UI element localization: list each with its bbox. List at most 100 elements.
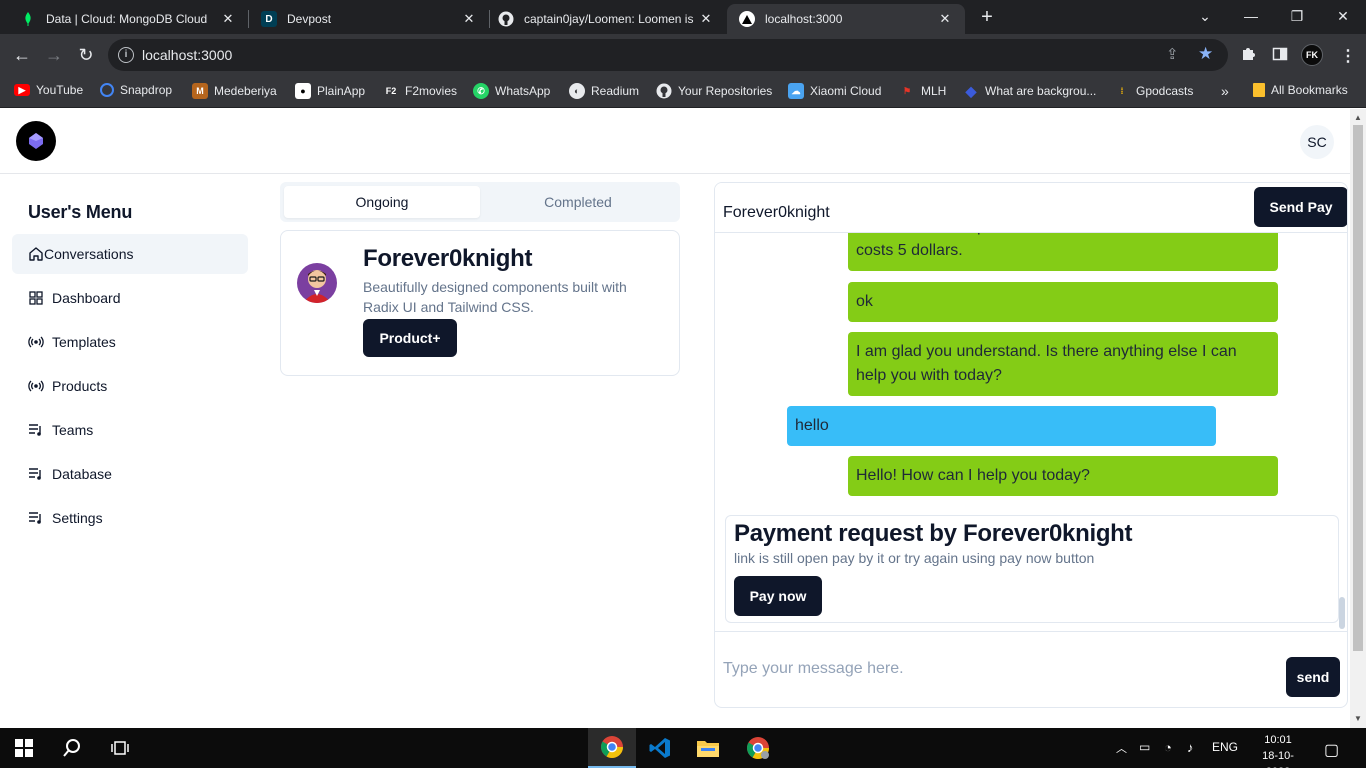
conversation-name: Forever0knight — [363, 245, 533, 272]
extensions-puzzle-icon[interactable] — [1240, 46, 1256, 67]
bookmark-readium[interactable]: ◐ Readium — [569, 83, 639, 99]
github-icon — [656, 83, 672, 99]
page-scroll-thumb[interactable] — [1353, 125, 1363, 651]
tab-ongoing[interactable]: Ongoing — [284, 186, 480, 218]
sidebar-item-templates[interactable]: Templates — [12, 322, 248, 362]
bookmark-what-are-backgrounds[interactable]: ◆ What are backgrou... — [963, 83, 1097, 99]
page-viewport: SC User's Menu Conversations Dashboard T… — [0, 109, 1350, 728]
message-composer: send — [715, 631, 1347, 707]
tab-title: Devpost — [287, 12, 332, 26]
sidebar-item-settings[interactable]: Settings — [12, 498, 248, 538]
google-podcasts-icon: ⁞ — [1120, 86, 1124, 96]
message-bubble-user: hello — [787, 406, 1216, 446]
sidebar-item-label: Products — [52, 378, 108, 394]
task-view-icon[interactable] — [96, 728, 144, 768]
bookmark-label: Medeberiya — [214, 84, 277, 98]
sidebar-item-teams[interactable]: Teams — [12, 410, 248, 450]
taskbar-clock[interactable]: 10:01 18-10-2023 — [1250, 732, 1306, 768]
language-indicator[interactable]: ENG — [1212, 740, 1238, 754]
add-product-button[interactable]: Product+ — [363, 319, 457, 357]
chrome-profile-icon[interactable] — [734, 728, 782, 768]
browser-tab-strip: Data | Cloud: MongoDB Cloud ✕ D Devpost … — [0, 0, 1366, 34]
bookmark-star-icon[interactable]: ★ — [1198, 44, 1213, 64]
share-icon[interactable]: ⇪ — [1166, 45, 1179, 63]
sidebar-item-label: Teams — [52, 422, 94, 438]
restore-button[interactable]: ❐ — [1274, 0, 1320, 34]
tab-mongodb[interactable]: Data | Cloud: MongoDB Cloud ✕ — [8, 4, 248, 34]
tab-github[interactable]: captain0jay/Loomen: Loomen is ✕ — [486, 4, 726, 34]
bookmarks-overflow-chevron[interactable]: » — [1221, 83, 1229, 99]
close-icon[interactable]: ✕ — [461, 11, 477, 27]
close-icon[interactable]: ✕ — [698, 11, 714, 27]
tab-completed[interactable]: Completed — [480, 186, 676, 218]
close-icon[interactable]: ✕ — [220, 11, 236, 27]
bookmark-whatsapp[interactable]: ✆ WhatsApp — [473, 83, 550, 99]
bookmark-plainapp[interactable]: ● PlainApp — [295, 83, 365, 99]
bookmark-label: Xiaomi Cloud — [810, 84, 882, 98]
bookmark-label: PlainApp — [317, 84, 366, 98]
bookmark-your-repositories[interactable]: Your Repositories — [656, 83, 772, 99]
sidebar-item-conversations[interactable]: Conversations — [12, 234, 248, 274]
kebab-menu-icon[interactable]: ⋮ — [1340, 46, 1356, 66]
scroll-up-arrow-icon[interactable]: ▲ — [1354, 113, 1362, 122]
send-pay-button[interactable]: Send Pay — [1254, 187, 1347, 227]
bookmark-gpodcasts[interactable]: ⁞ Gpodcasts — [1114, 83, 1194, 99]
message-bubble-bot: The name of the product is Bottle. It is… — [848, 233, 1278, 271]
bookmark-label: What are backgrou... — [985, 84, 1097, 98]
all-bookmarks-folder[interactable]: All Bookmarks — [1253, 83, 1348, 97]
sidebar-item-label: Conversations — [44, 246, 134, 262]
back-button[interactable]: ← — [9, 42, 35, 68]
url-text[interactable]: localhost:3000 — [142, 47, 232, 63]
start-icon[interactable] — [0, 728, 48, 768]
tab-devpost[interactable]: D Devpost ✕ — [249, 4, 489, 34]
bookmark-f2movies[interactable]: F2 F2movies — [383, 83, 457, 99]
conversation-card[interactable]: Forever0knight Beautifully designed comp… — [280, 230, 680, 376]
profile-avatar[interactable]: FK — [1301, 44, 1323, 66]
volume-icon[interactable]: ♪ — [1187, 740, 1194, 755]
tray-overflow-chevron-icon[interactable]: ︿ — [1116, 740, 1127, 756]
reload-button[interactable]: ↻ — [73, 42, 99, 68]
bookmark-medeberiya[interactable]: M Medeberiya — [192, 83, 277, 99]
message-list-scrollbar[interactable] — [1339, 597, 1345, 629]
site-info-icon[interactable]: i — [118, 47, 134, 63]
close-icon[interactable]: ✕ — [937, 11, 953, 27]
f2movies-icon: F2 — [385, 86, 397, 96]
file-explorer-icon[interactable] — [684, 728, 732, 768]
notifications-icon[interactable]: ▢ — [1324, 740, 1339, 760]
message-input[interactable] — [723, 656, 1273, 682]
sidebar-item-label: Dashboard — [52, 290, 121, 306]
bookmark-mlh[interactable]: ⚑ MLH — [899, 83, 946, 99]
battery-icon[interactable]: ▭ — [1139, 740, 1150, 754]
pay-now-button[interactable]: Pay now — [734, 576, 822, 616]
bookmarks-bar: ▶ YouTube Snapdrop M Medeberiya ● PlainA… — [0, 76, 1366, 108]
bookmark-snapdrop[interactable]: Snapdrop — [100, 83, 172, 97]
sidebar-item-label: Templates — [52, 334, 116, 350]
browser-toolbar: ← → ↻ i localhost:3000 ⇪ ★ FK ⋮ — [0, 34, 1366, 76]
github-icon — [498, 11, 514, 27]
bookmark-youtube[interactable]: ▶ YouTube — [14, 83, 83, 97]
tab-localhost[interactable]: localhost:3000 ✕ — [727, 4, 965, 34]
search-icon[interactable] — [48, 728, 96, 768]
page-scrollbar[interactable]: ▲ ▼ — [1350, 109, 1366, 728]
vscode-icon[interactable] — [636, 728, 684, 768]
sidebar-item-database[interactable]: Database — [12, 454, 248, 494]
close-window-button[interactable]: ✕ — [1320, 0, 1366, 34]
address-bar[interactable]: i localhost:3000 ⇪ ★ — [108, 39, 1228, 71]
message-bubble-bot: Hello! How can I help you today? — [848, 456, 1278, 496]
new-tab-button[interactable]: + — [976, 6, 998, 28]
message-list[interactable]: The name of the product is Bottle. It is… — [715, 233, 1347, 631]
send-button[interactable]: send — [1286, 657, 1340, 697]
wifi-icon[interactable]: ◔ — [1164, 740, 1172, 755]
tab-search-chevron-icon[interactable]: ⌄ — [1182, 0, 1228, 34]
conversation-tabs: Ongoing Completed — [280, 182, 680, 222]
forward-button[interactable]: → — [41, 42, 67, 68]
app-logo-icon[interactable] — [16, 121, 56, 161]
sidebar-item-products[interactable]: Products — [12, 366, 248, 406]
bookmark-xiaomi-cloud[interactable]: ☁ Xiaomi Cloud — [788, 83, 881, 99]
minimize-button[interactable]: — — [1228, 0, 1274, 34]
chrome-icon[interactable] — [588, 728, 636, 768]
user-avatar[interactable]: SC — [1300, 125, 1334, 159]
scroll-down-arrow-icon[interactable]: ▼ — [1354, 714, 1362, 723]
sidebar-item-dashboard[interactable]: Dashboard — [12, 278, 248, 318]
side-panel-icon[interactable] — [1272, 46, 1288, 67]
